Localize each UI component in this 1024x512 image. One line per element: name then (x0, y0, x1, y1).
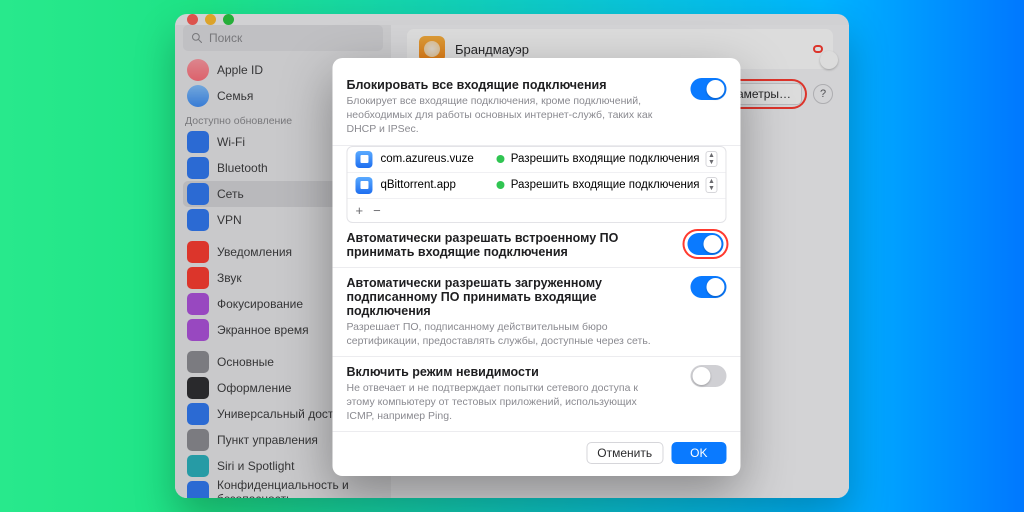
auto-signed-toggle[interactable] (690, 276, 726, 298)
auto-builtin-highlight (684, 231, 726, 257)
app-permission: Разрешить входящие подключения (511, 179, 700, 191)
app-list: com.azureus.vuze Разрешить входящие подк… (346, 146, 726, 223)
auto-signed-title: Автоматически разрешать загруженному под… (346, 276, 680, 318)
permission-stepper[interactable]: ▲▼ (705, 177, 717, 193)
auto-signed-desc: Разрешает ПО, подписанному действительны… (346, 320, 666, 348)
app-row[interactable]: com.azureus.vuze Разрешить входящие подк… (347, 147, 725, 173)
ok-button[interactable]: OK (671, 442, 726, 464)
permission-stepper[interactable]: ▲▼ (705, 151, 717, 167)
stealth-desc: Не отвечает и не подтверждает попытки се… (346, 381, 666, 424)
app-row[interactable]: qBittorrent.app Разрешить входящие подкл… (347, 173, 725, 199)
cancel-button[interactable]: Отменить (586, 442, 663, 464)
app-name: qBittorrent.app (380, 179, 455, 191)
stealth-title: Включить режим невидимости (346, 365, 666, 379)
auto-builtin-title: Автоматически разрешать встроенному ПО п… (346, 231, 674, 259)
block-all-title: Блокировать все входящие подключения (346, 78, 666, 92)
add-app-button[interactable]: + (355, 203, 363, 218)
status-dot-icon (497, 155, 505, 163)
app-permission: Разрешить входящие подключения (511, 153, 700, 165)
remove-app-button[interactable]: − (373, 203, 381, 218)
app-name: com.azureus.vuze (380, 153, 473, 165)
block-all-desc: Блокирует все входящие подключения, кром… (346, 94, 666, 137)
block-all-toggle[interactable] (690, 78, 726, 100)
firewall-options-sheet: Блокировать все входящие подключения Бло… (332, 58, 740, 476)
settings-window: Брандмауэр Поиск Apple ID Семья Доступно… (175, 14, 849, 498)
stealth-toggle[interactable] (690, 365, 726, 387)
status-dot-icon (497, 181, 505, 189)
app-icon (355, 177, 372, 194)
app-icon (355, 151, 372, 168)
auto-builtin-toggle[interactable] (687, 233, 723, 255)
